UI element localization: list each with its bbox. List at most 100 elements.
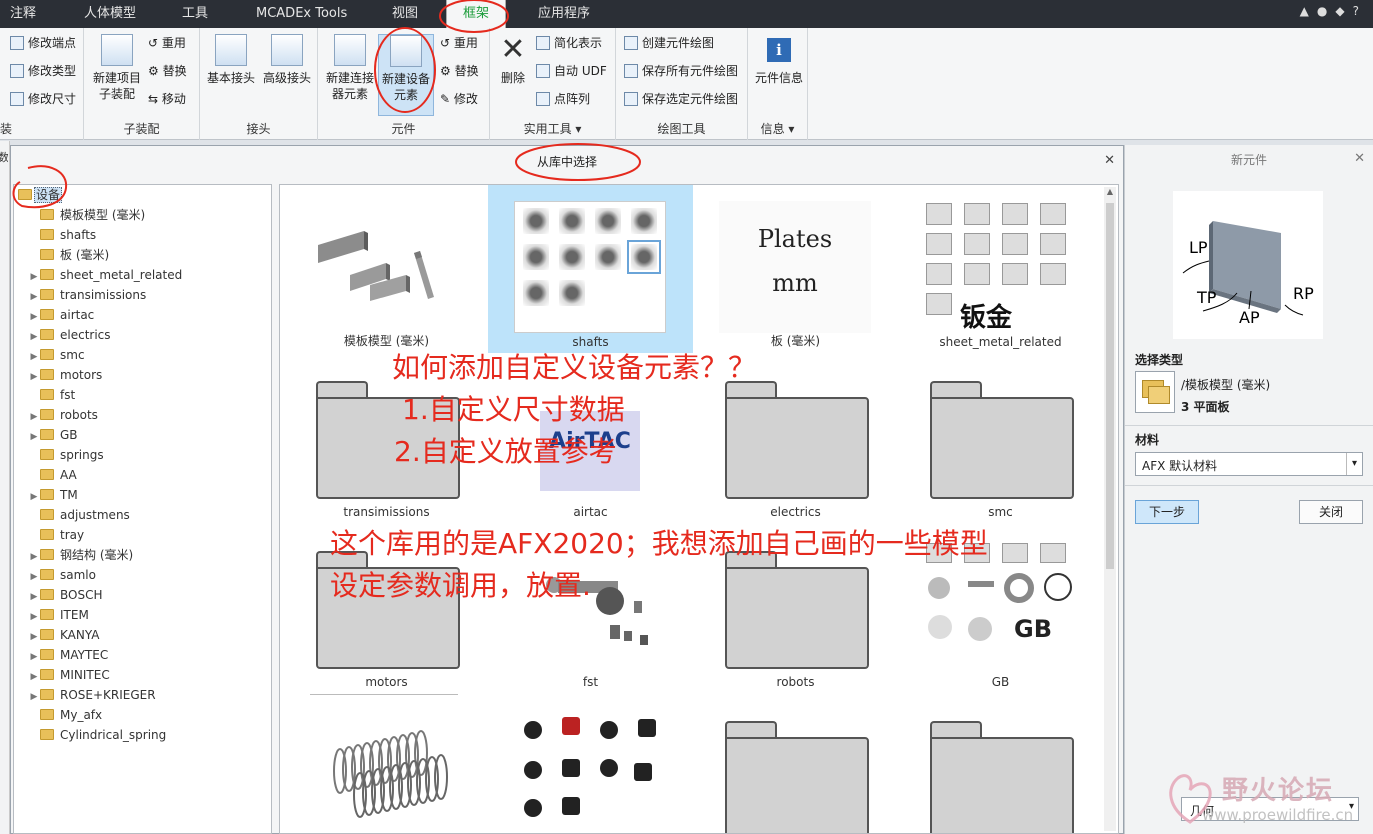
tree-item[interactable]: ▶ airtac <box>28 305 95 327</box>
help-icon[interactable]: ? <box>1353 4 1367 18</box>
expand-arrow-icon[interactable]: ▶ <box>28 547 40 567</box>
expand-arrow-icon[interactable]: ▶ <box>28 567 40 587</box>
grid-scrollbar[interactable]: ▲ <box>1104 187 1116 831</box>
tab-mcadex-tools[interactable]: MCADEx Tools <box>252 0 351 28</box>
tab-applications[interactable]: 应用程序 <box>534 0 594 28</box>
tree-item[interactable]: 模板模型 (毫米) <box>28 205 145 225</box>
advanced-joint-button[interactable]: 高级接头 <box>260 34 314 86</box>
library-grid-item[interactable]: smc <box>898 355 1103 523</box>
type-thumbnail[interactable] <box>1135 371 1175 413</box>
tree-item[interactable]: My_afx <box>28 705 102 725</box>
tab-tools[interactable]: 工具 <box>178 0 212 28</box>
tree-item[interactable]: ▶ electrics <box>28 325 111 345</box>
tree-item[interactable]: ▶ KANYA <box>28 625 100 647</box>
academy-icon[interactable]: ◆ <box>1335 4 1352 18</box>
search-help-icon[interactable]: ● <box>1317 4 1335 18</box>
modify-type-button[interactable]: 修改类型 <box>10 60 76 82</box>
modify-dimension-button[interactable]: 修改尺寸 <box>10 88 76 110</box>
scrollbar-thumb[interactable] <box>1106 203 1114 569</box>
tab-annotate[interactable]: 注释 <box>6 0 40 28</box>
library-grid-item[interactable]: 模板模型 (毫米) <box>284 185 489 353</box>
tab-framework[interactable]: 框架 <box>446 0 506 28</box>
folder-icon <box>930 721 1074 833</box>
element-replace-button[interactable]: ⚙ 替换 <box>440 60 479 82</box>
reuse-button[interactable]: ↺ 重用 <box>148 32 186 54</box>
scroll-up-icon[interactable]: ▲ <box>1104 187 1116 201</box>
chevron-down-icon[interactable]: ▾ <box>1346 453 1362 475</box>
tree-item[interactable]: ▶ transimissions <box>28 285 147 307</box>
expand-arrow-icon[interactable]: ▶ <box>28 627 40 647</box>
close-button[interactable]: 关闭 <box>1299 500 1363 524</box>
move-button[interactable]: ⇆ 移动 <box>148 88 186 110</box>
tree-item[interactable]: ▶ smc <box>28 345 85 365</box>
tree-item[interactable]: ▶ motors <box>28 365 103 387</box>
close-icon[interactable]: ✕ <box>1104 153 1115 168</box>
basic-joint-button[interactable]: 基本接头 <box>204 34 258 86</box>
group-label-utility[interactable]: 实用工具 ▾ <box>490 120 615 137</box>
save-all-drawings-button[interactable]: 保存所有元件绘图 <box>624 60 738 82</box>
tree-item[interactable]: ▶ sheet_metal_related <box>28 265 183 287</box>
tree-item[interactable]: adjustmens <box>28 505 130 525</box>
element-info-button[interactable]: i 元件信息 <box>752 34 806 86</box>
expand-arrow-icon[interactable]: ▶ <box>28 367 40 387</box>
tree-item[interactable]: ▶ TM <box>28 485 78 505</box>
expand-arrow-icon[interactable]: ▶ <box>28 607 40 627</box>
expand-arrow-icon[interactable]: ▶ <box>28 287 40 307</box>
library-grid-item[interactable] <box>284 695 489 833</box>
library-grid-item[interactable]: Plates mm 板 (毫米) <box>693 185 898 353</box>
expand-arrow-icon[interactable]: ▶ <box>28 307 40 327</box>
library-grid-item[interactable] <box>693 695 898 833</box>
tree-item[interactable]: ▶ samlo <box>28 565 96 585</box>
minimize-ribbon-icon[interactable]: ▲ <box>1300 4 1317 18</box>
library-grid-item[interactable] <box>898 695 1103 833</box>
next-step-button[interactable]: 下一步 <box>1135 500 1199 524</box>
tab-view[interactable]: 视图 <box>388 0 422 28</box>
tree-item[interactable]: shafts <box>28 225 96 245</box>
new-device-element-button[interactable]: 新建设备元素 <box>378 34 434 116</box>
tree-item[interactable]: ▶ GB <box>28 425 78 445</box>
tree-item[interactable]: Cylindrical_spring <box>28 725 166 745</box>
close-icon[interactable]: ✕ <box>1354 151 1365 166</box>
tree-item[interactable]: ▶ ITEM <box>28 605 89 625</box>
expand-arrow-icon[interactable]: ▶ <box>28 347 40 367</box>
element-modify-button[interactable]: ✎ 修改 <box>440 88 478 110</box>
expand-arrow-icon[interactable]: ▶ <box>28 487 40 507</box>
tree-item[interactable]: springs <box>28 445 104 465</box>
tree-item[interactable]: ▶ MINITEC <box>28 665 110 685</box>
auto-udf-button[interactable]: 自动 UDF <box>536 60 607 82</box>
tree-item[interactable]: tray <box>28 525 84 545</box>
library-grid-item[interactable]: 钣金 sheet_metal_related <box>898 185 1103 353</box>
delete-button[interactable]: ✕ 删除 <box>492 34 534 86</box>
expand-arrow-icon[interactable]: ▶ <box>28 667 40 687</box>
material-select[interactable]: AFX 默认材料 ▾ <box>1135 452 1363 476</box>
element-reuse-button[interactable]: ↺ 重用 <box>440 32 478 54</box>
tree-item[interactable]: ▶ MAYTEC <box>28 645 109 667</box>
tab-human-model[interactable]: 人体模型 <box>80 0 140 28</box>
expand-arrow-icon[interactable]: ▶ <box>28 587 40 607</box>
create-element-drawing-button[interactable]: 创建元件绘图 <box>624 32 714 54</box>
save-selected-drawings-button[interactable]: 保存选定元件绘图 <box>624 88 738 110</box>
tree-item[interactable]: ▶ robots <box>28 405 98 425</box>
group-label-info[interactable]: 信息 ▾ <box>748 120 807 137</box>
new-project-subassembly-button[interactable]: 新建项目子装配 <box>88 34 146 102</box>
point-pattern-button[interactable]: 点阵列 <box>536 88 590 110</box>
expand-arrow-icon[interactable]: ▶ <box>28 327 40 347</box>
expand-arrow-icon[interactable]: ▶ <box>28 267 40 287</box>
simplified-rep-button[interactable]: 简化表示 <box>536 32 602 54</box>
modify-endpoint-button[interactable]: 修改端点 <box>10 32 76 54</box>
library-grid-item[interactable]: shafts <box>488 185 693 353</box>
tree-item[interactable]: fst <box>28 385 75 405</box>
expand-arrow-icon[interactable]: ▶ <box>28 407 40 427</box>
expand-arrow-icon[interactable]: ▶ <box>28 647 40 667</box>
new-connector-element-button[interactable]: 新建连接器元素 <box>322 34 378 102</box>
tree-item[interactable]: 板 (毫米) <box>28 245 109 265</box>
tree-item[interactable]: ▶ 钢结构 (毫米) <box>28 545 134 567</box>
expand-arrow-icon[interactable]: ▶ <box>28 687 40 707</box>
tree-item[interactable]: ▶ BOSCH <box>28 585 103 605</box>
tree-root-item[interactable]: 设备 <box>18 185 63 205</box>
expand-arrow-icon[interactable]: ▶ <box>28 427 40 447</box>
tree-item[interactable]: ▶ ROSE+KRIEGER <box>28 685 156 705</box>
library-grid-item[interactable] <box>488 695 693 833</box>
tree-item[interactable]: AA <box>28 465 77 485</box>
replace-button[interactable]: ⚙ 替换 <box>148 60 187 82</box>
